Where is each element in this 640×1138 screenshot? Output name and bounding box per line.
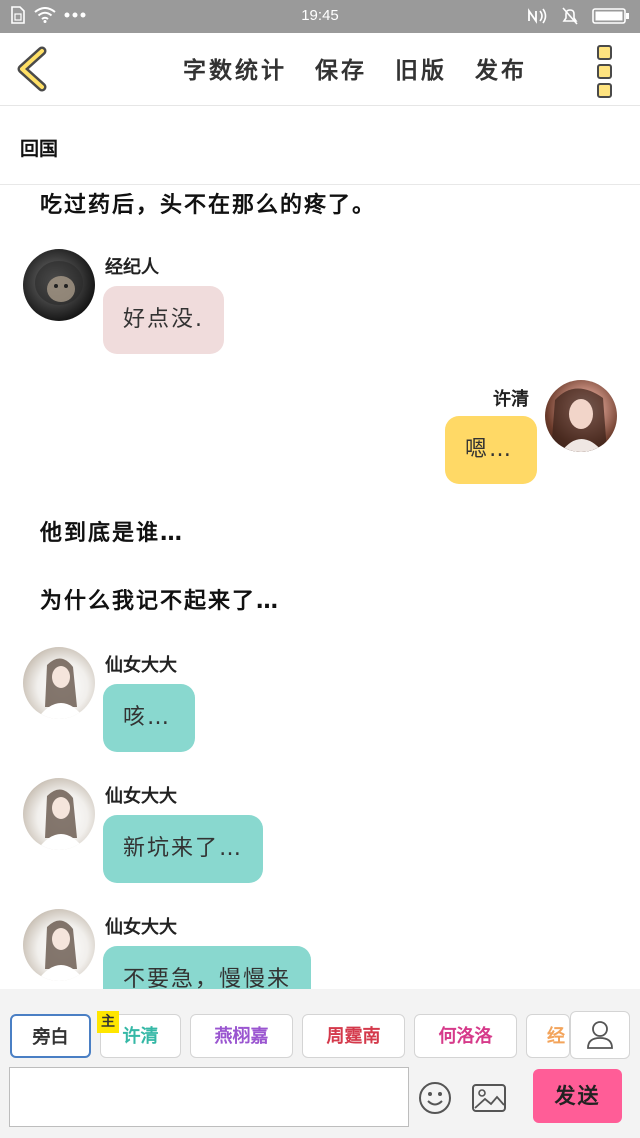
word-count-button[interactable]: 字数统计 <box>183 51 287 85</box>
character-chip-label: 旁白 <box>32 1027 69 1048</box>
avatar[interactable] <box>545 380 617 452</box>
image-icon <box>472 1084 506 1112</box>
avatar[interactable] <box>23 249 95 321</box>
user-icon <box>587 1021 613 1049</box>
character-chip-label: 何洛洛 <box>438 1026 493 1047</box>
character-chip-label: 燕栩嘉 <box>214 1026 269 1047</box>
message-bubble[interactable]: 不要急，慢慢来 <box>103 946 312 989</box>
character-chip-6[interactable]: 经 <box>526 1014 570 1058</box>
image-button[interactable] <box>471 1083 507 1113</box>
fairy-avatar-image <box>37 920 85 981</box>
speaker-name: 经纪人 <box>105 257 159 278</box>
mute-bell-icon <box>562 7 578 25</box>
top-nav-bar: 字数统计 保存 旧版 发布 <box>0 33 640 106</box>
emoji-button[interactable] <box>418 1081 452 1115</box>
avatar[interactable] <box>23 778 95 850</box>
status-bar: 19:45 <box>0 0 640 33</box>
nfc-icon <box>528 8 547 24</box>
more-dot-icon <box>597 45 612 60</box>
nav-actions: 字数统计 保存 旧版 发布 <box>183 51 555 85</box>
composer-panel: 旁白 主 许清 燕栩嘉 周霆南 何洛洛 经 发送 <box>0 989 640 1138</box>
old-version-button[interactable]: 旧版 <box>395 51 447 85</box>
more-menu-button[interactable] <box>597 45 613 98</box>
back-button[interactable] <box>14 45 54 93</box>
speaker-name: 仙女大大 <box>105 917 177 938</box>
chapter-title: 回国 <box>20 138 59 160</box>
narration-message[interactable]: 吃过药后，头不在那么的疼了。 <box>40 187 376 219</box>
message-bubble[interactable]: 好点没. <box>103 286 224 354</box>
main-character-tag: 主 <box>97 1011 119 1033</box>
narration-message[interactable]: 为什么我记不起来了… <box>40 583 280 615</box>
message-bubble[interactable]: 咳… <box>103 684 195 752</box>
character-chip-3[interactable]: 燕栩嘉 <box>190 1014 293 1058</box>
fairy-avatar-image <box>37 658 85 719</box>
chat-area[interactable]: 吃过药后，头不在那么的疼了。 经纪人 好点没. 许清 嗯… 他到底是谁… 为什么… <box>0 185 640 989</box>
agent-avatar-image <box>35 261 83 305</box>
narration-message[interactable]: 他到底是谁… <box>40 515 184 547</box>
xuqing-avatar-image <box>551 388 607 452</box>
character-chip-label: 周霆南 <box>326 1026 381 1047</box>
character-chip-label: 许清 <box>122 1026 159 1047</box>
more-dot-icon <box>597 83 612 98</box>
speaker-name: 许清 <box>493 389 529 410</box>
character-chip-4[interactable]: 周霆南 <box>302 1014 405 1058</box>
character-chip-narrator[interactable]: 旁白 <box>10 1014 91 1058</box>
avatar[interactable] <box>23 909 95 981</box>
chapter-title-bar[interactable]: 回国 <box>0 106 640 185</box>
send-button[interactable]: 发送 <box>533 1069 622 1123</box>
message-bubble[interactable]: 新坑来了… <box>103 815 264 883</box>
character-chip-5[interactable]: 何洛洛 <box>414 1014 517 1058</box>
publish-button[interactable]: 发布 <box>475 51 527 85</box>
save-button[interactable]: 保存 <box>315 51 367 85</box>
smiley-icon <box>419 1082 451 1114</box>
more-dot-icon <box>597 64 612 79</box>
avatar[interactable] <box>23 647 95 719</box>
character-chip-label: 经 <box>547 1026 565 1047</box>
speaker-name: 仙女大大 <box>105 655 177 676</box>
character-chip-xuqing[interactable]: 主 许清 <box>97 1011 181 1058</box>
speaker-name: 仙女大大 <box>105 786 177 807</box>
status-right-icons <box>526 6 630 26</box>
fairy-avatar-image <box>37 789 85 850</box>
chevron-left-icon <box>17 46 47 92</box>
character-profile-button[interactable] <box>570 1011 630 1059</box>
message-bubble[interactable]: 嗯… <box>445 416 537 484</box>
battery-icon <box>592 8 629 24</box>
message-input[interactable] <box>9 1067 409 1127</box>
